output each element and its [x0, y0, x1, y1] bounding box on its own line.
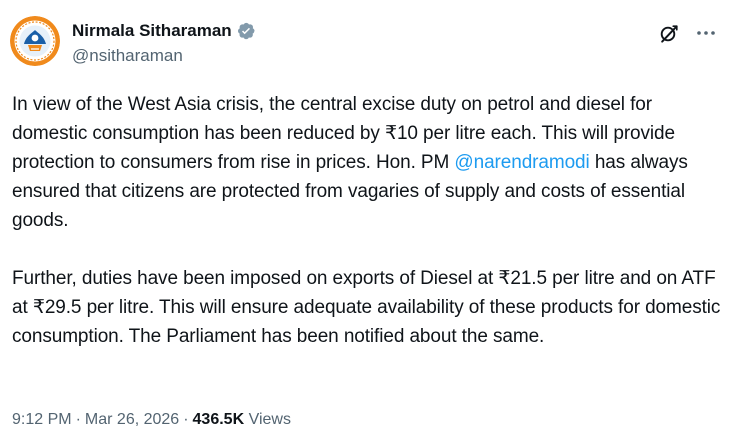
- tweet-body: In view of the West Asia crisis, the cen…: [12, 90, 724, 351]
- tweet: Nirmala Sitharaman @nsitharaman In view …: [0, 0, 732, 441]
- mention-link[interactable]: @narendramodi: [454, 152, 589, 173]
- handle[interactable]: @nsitharaman: [72, 46, 256, 66]
- views-link[interactable]: 436.5K Views: [193, 411, 291, 428]
- profile-emblem-icon: [10, 16, 60, 66]
- tweet-paragraph-1: In view of the West Asia crisis, the cen…: [12, 90, 724, 235]
- verified-badge-icon[interactable]: [236, 21, 256, 41]
- timestamp-link[interactable]: 9:12 PM · Mar 26, 2026: [12, 411, 179, 428]
- avatar[interactable]: [10, 16, 60, 66]
- name-row: Nirmala Sitharaman: [72, 19, 256, 43]
- views-label: Views: [248, 411, 291, 428]
- author-block: Nirmala Sitharaman @nsitharaman: [72, 19, 256, 66]
- views-count: 436.5K: [192, 411, 245, 428]
- tweet-date: Mar 26, 2026: [84, 411, 180, 428]
- meta-separator: ·: [75, 411, 81, 428]
- display-name[interactable]: Nirmala Sitharaman: [72, 21, 232, 41]
- tweet-paragraph-2: Further, duties have been imposed on exp…: [12, 268, 721, 347]
- meta-separator: ·: [183, 411, 189, 428]
- more-options-icon[interactable]: [694, 22, 718, 44]
- tweet-meta: 9:12 PM · Mar 26, 2026 · 436.5K Views: [12, 411, 291, 429]
- top-actions: [658, 22, 718, 44]
- tweet-time: 9:12 PM: [12, 411, 72, 428]
- grok-icon[interactable]: [658, 22, 680, 44]
